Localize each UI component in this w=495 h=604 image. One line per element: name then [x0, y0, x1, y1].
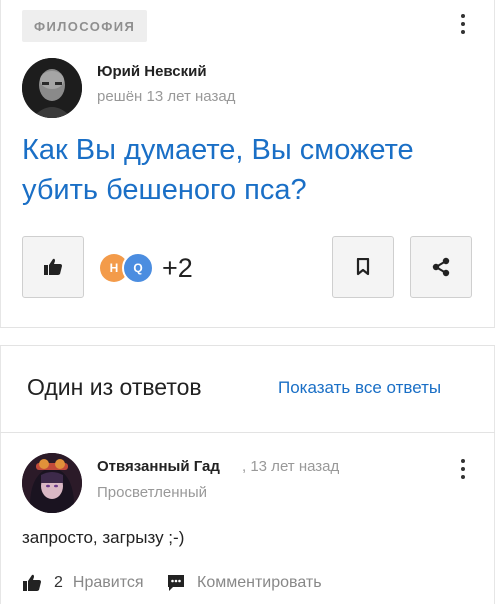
- question-author-name[interactable]: Юрий Невский: [97, 63, 207, 80]
- show-all-answers-link[interactable]: Показать все ответы: [278, 378, 441, 398]
- question-title[interactable]: Как Вы думаете, Вы сможете убить бешеног…: [22, 130, 472, 210]
- bookmark-icon: [356, 258, 370, 276]
- answers-heading: Один из ответов: [27, 374, 202, 400]
- voters-extra-count: +2: [162, 253, 193, 283]
- thumbs-up-icon: [23, 574, 41, 591]
- like-count: 2: [54, 574, 63, 591]
- voter-avatar: Q: [122, 252, 154, 284]
- voters-avatars[interactable]: H Q: [100, 252, 154, 284]
- question-more-icon[interactable]: [453, 12, 473, 36]
- share-button[interactable]: [410, 236, 472, 298]
- question-author-avatar[interactable]: [22, 58, 82, 118]
- answer-more-icon[interactable]: [453, 457, 473, 481]
- like-question-button[interactable]: [22, 236, 84, 298]
- frame-border-left: [0, 0, 1, 604]
- comment-label: Комментировать: [197, 574, 322, 591]
- answer-author-name[interactable]: Отвязанный Гад: [97, 458, 220, 475]
- answer-author-avatar[interactable]: [22, 453, 82, 513]
- answer-comment-button[interactable]: Комментировать: [167, 572, 322, 594]
- answer-text: запросто, загрызу ;-): [22, 528, 185, 547]
- answer-like-button[interactable]: 2 Нравится: [22, 572, 144, 594]
- section-gap: [0, 328, 495, 345]
- answer-timestamp: , 13 лет назад: [242, 458, 340, 475]
- like-label: Нравится: [72, 574, 144, 591]
- answer-author-rank: Просветленный: [97, 484, 207, 501]
- question-status: решён 13 лет назад: [97, 88, 236, 105]
- share-icon: [432, 257, 450, 277]
- comment-icon: [168, 575, 184, 591]
- thumbs-up-icon: [44, 258, 62, 275]
- category-tag[interactable]: ФИЛОСОФИЯ: [22, 10, 148, 42]
- answers-divider: [0, 432, 495, 433]
- section-divider: [0, 345, 495, 346]
- bookmark-button[interactable]: [332, 236, 394, 298]
